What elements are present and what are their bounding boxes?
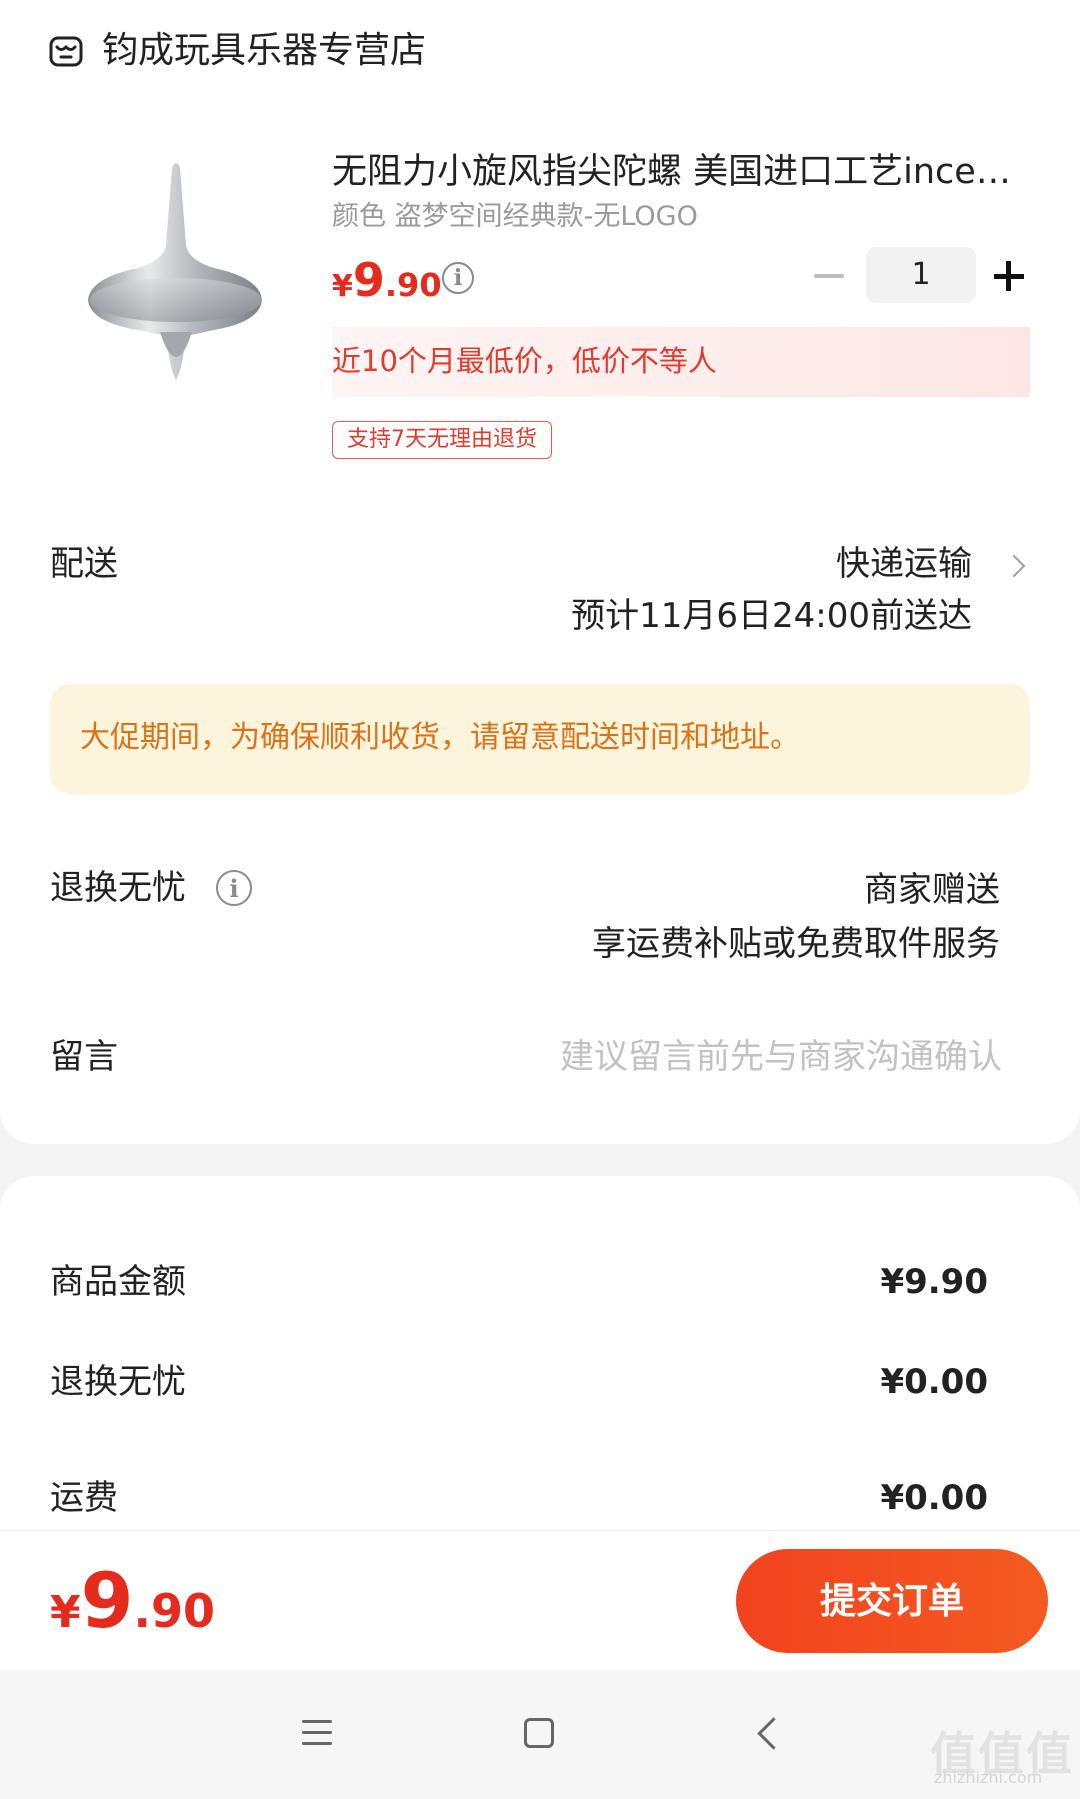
product-spec[interactable]: 颜色 盗梦空间经典款-无LOGO <box>332 198 698 236</box>
worry-free-detail: 享运费补贴或免费取件服务 <box>592 924 1000 964</box>
menu-icon[interactable] <box>302 1720 332 1746</box>
store-name[interactable]: 钧成玩具乐器专营店 <box>102 26 426 76</box>
home-icon[interactable] <box>524 1718 554 1748</box>
promo-notice-text: 大促期间，为确保顺利收货，请留意配送时间和地址。 <box>80 720 800 755</box>
store-icon <box>48 34 84 70</box>
worry-free-info-icon[interactable]: i <box>216 870 252 906</box>
delivery-method[interactable]: 快递运输 <box>836 540 972 588</box>
worry-free-fee-value: ¥0.00 <box>880 1362 988 1402</box>
message-label: 留言 <box>50 1037 118 1077</box>
total-price: ¥9.90 <box>50 1556 215 1667</box>
quantity-field[interactable]: 1 <box>866 247 976 303</box>
return-policy-tag: 支持7天无理由退货 <box>332 421 552 459</box>
worry-free-label: 退换无忧 <box>50 868 186 908</box>
worry-free-value: 商家赠送 <box>864 870 1000 910</box>
product-title[interactable]: 无阻力小旋风指尖陀螺 美国进口工艺inception盗梦空间陀螺 <box>332 148 1032 196</box>
delivery-eta: 预计11月6日24:00前送达 <box>571 596 972 636</box>
product-price: ¥9.90 <box>332 250 442 321</box>
delivery-label: 配送 <box>50 544 118 584</box>
price-decimal: .90 <box>384 266 442 304</box>
worry-free-fee-label: 退换无忧 <box>50 1362 186 1402</box>
low-price-text: 近10个月最低价，低价不等人 <box>332 344 717 378</box>
message-input[interactable] <box>482 1033 1002 1081</box>
promo-notice: 大促期间，为确保顺利收货，请留意配送时间和地址。 <box>50 684 1030 794</box>
total-symbol: ¥ <box>50 1587 81 1638</box>
quantity-plus-button[interactable] <box>994 256 1024 296</box>
low-price-banner: 近10个月最低价，低价不等人 <box>332 327 1030 397</box>
total-decimal: .90 <box>133 1584 216 1638</box>
goods-amount-value: ¥9.90 <box>880 1262 988 1302</box>
price-symbol: ¥ <box>332 269 353 304</box>
price-integer: 9 <box>352 253 385 307</box>
shipping-fee-label: 运费 <box>50 1478 118 1518</box>
quantity-minus-button[interactable] <box>814 256 844 296</box>
total-integer: 9 <box>80 1556 134 1645</box>
submit-order-button[interactable]: 提交订单 <box>736 1549 1048 1653</box>
spinning-top-image[interactable] <box>64 150 284 390</box>
watermark-url: zhizhizhi.com <box>934 1768 1043 1787</box>
price-info-icon[interactable]: i <box>442 262 474 294</box>
shipping-fee-value: ¥0.00 <box>880 1478 988 1518</box>
goods-amount-label: 商品金额 <box>50 1262 186 1302</box>
